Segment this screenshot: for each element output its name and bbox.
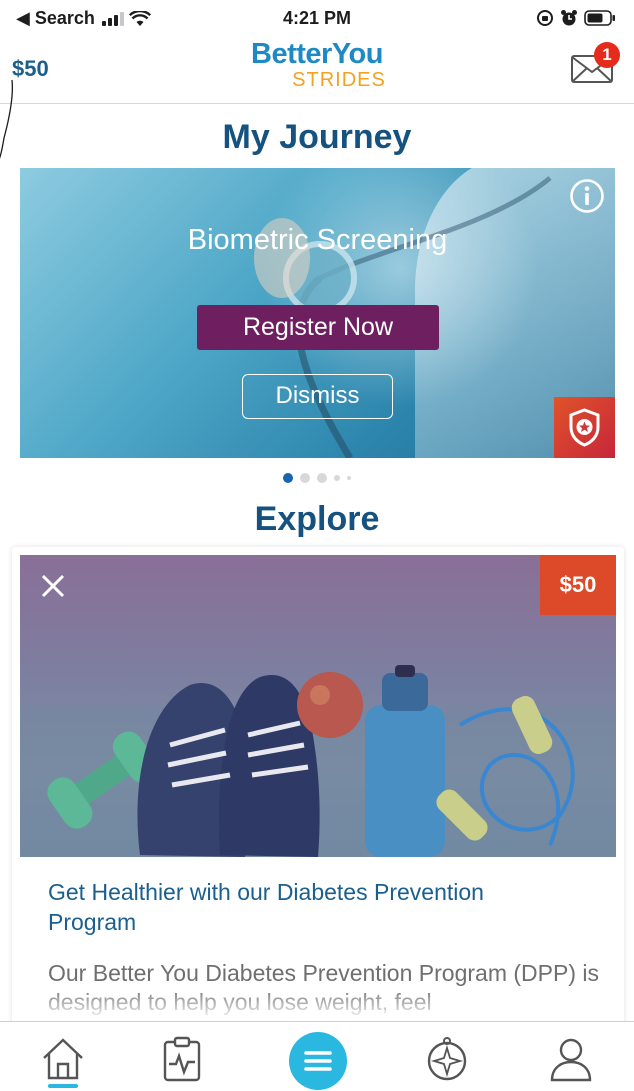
shield-star-icon (569, 408, 600, 447)
home-icon[interactable] (38, 1034, 88, 1084)
alarm-icon (561, 10, 577, 26)
register-now-button[interactable]: Register Now (197, 305, 439, 350)
fitness-equipment-image: $50 (20, 555, 616, 857)
fitness-illustration (20, 665, 616, 857)
status-icons (536, 9, 616, 27)
reward-amount-tag: $50 (540, 555, 616, 615)
menu-button[interactable] (289, 1032, 347, 1090)
profile-icon[interactable] (546, 1034, 596, 1084)
card-title: Biometric Screening (187, 224, 448, 256)
compass-icon[interactable] (422, 1034, 472, 1084)
app-header: $50 BetterYou STRIDES 1 (0, 38, 634, 104)
pager-dot[interactable] (317, 473, 327, 483)
close-icon[interactable] (38, 571, 68, 601)
menu-icon (304, 1051, 332, 1071)
pager-dot[interactable] (347, 476, 351, 480)
active-tab-indicator (48, 1084, 78, 1088)
pager-dot[interactable] (283, 473, 293, 483)
messages-button[interactable]: 1 (570, 42, 620, 84)
activity-icon[interactable] (157, 1034, 207, 1084)
pager-dot[interactable] (334, 475, 340, 481)
diabetes-prevention-card[interactable]: $50 Get Healthier with our Diabetes Prev… (12, 547, 624, 1027)
status-bar: ◀ Search 4:21 PM (0, 0, 634, 38)
logo-wordmark: BetterYou (251, 38, 383, 70)
reward-shield-badge (554, 397, 615, 458)
carousel-pager[interactable] (0, 473, 634, 483)
logo-subtitle: STRIDES (292, 69, 386, 91)
my-journey-title: My Journey (222, 118, 412, 156)
betteryou-strides-logo: BetterYou STRIDES (0, 38, 634, 90)
unread-badge: 1 (594, 42, 620, 68)
battery-icon (584, 10, 615, 26)
pager-dot[interactable] (300, 473, 310, 483)
bottom-tab-bar (0, 1021, 634, 1091)
dismiss-button[interactable]: Dismiss (242, 374, 393, 419)
info-icon[interactable] (569, 178, 605, 214)
orientation-lock-icon (537, 10, 553, 26)
article-title[interactable]: Get Healthier with our Diabetes Preventi… (48, 877, 568, 937)
biometric-screening-card[interactable]: Biometric Screening Register Now Dismiss (20, 168, 615, 458)
explore-title: Explore (254, 500, 380, 538)
